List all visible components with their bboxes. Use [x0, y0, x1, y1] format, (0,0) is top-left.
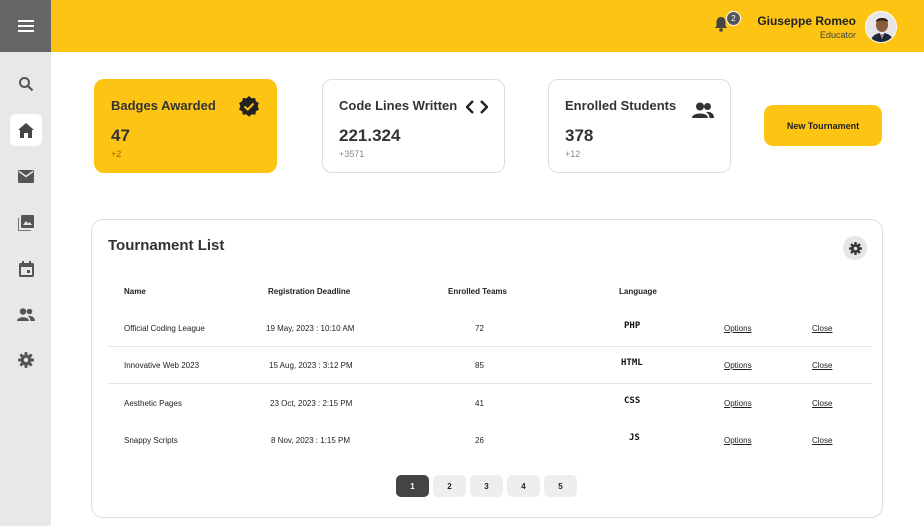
language-badge: CSS	[624, 396, 641, 406]
notification-count-badge: 2	[726, 11, 741, 26]
card-value: 378	[565, 126, 594, 145]
registration-deadline: 8 Nov, 2023 : 1:15 PM	[271, 436, 351, 445]
stat-card-students: Enrolled Students 378 +12	[548, 79, 731, 173]
users-icon	[692, 102, 714, 123]
calendar-icon	[18, 261, 34, 277]
close-link[interactable]: Close	[812, 399, 832, 408]
users-icon	[17, 307, 35, 321]
user-role: Educator	[819, 30, 856, 40]
card-title: Code Lines Written	[339, 98, 458, 113]
card-title: Badges Awarded	[111, 98, 216, 113]
tournament-name: Snappy Scripts	[124, 436, 178, 445]
close-link[interactable]: Close	[812, 324, 832, 333]
column-header-language: Language	[619, 287, 657, 296]
sidebar-item-mail[interactable]	[10, 160, 42, 192]
sidebar-item-users[interactable]	[10, 298, 42, 330]
registration-deadline: 15 Aug, 2023 : 3:12 PM	[269, 361, 353, 370]
gallery-icon	[18, 215, 34, 231]
sidebar-item-gallery[interactable]	[10, 207, 42, 239]
language-badge: PHP	[624, 321, 641, 331]
gear-icon	[18, 352, 34, 368]
panel-title: Tournament List	[108, 237, 225, 254]
options-link[interactable]: Options	[724, 399, 752, 408]
hamburger-icon	[17, 20, 34, 32]
card-value: 221.324	[339, 126, 401, 145]
options-link[interactable]: Options	[724, 436, 752, 445]
sidebar-item-settings[interactable]	[10, 344, 42, 376]
stat-card-code-lines: Code Lines Written 221.324 +3571	[322, 79, 505, 173]
close-link[interactable]: Close	[812, 361, 832, 370]
page-button-2[interactable]: 2	[433, 475, 466, 497]
page-button-3[interactable]: 3	[470, 475, 503, 497]
avatar[interactable]	[865, 11, 897, 43]
page-button-1[interactable]: 1	[396, 475, 429, 497]
options-link[interactable]: Options	[724, 324, 752, 333]
table-row: Innovative Web 2023 15 Aug, 2023 : 3:12 …	[108, 347, 872, 384]
card-delta: +12	[565, 149, 581, 159]
registration-deadline: 19 May, 2023 : 10:10 AM	[266, 324, 355, 333]
card-value: 47	[111, 126, 130, 145]
home-icon	[18, 122, 34, 138]
panel-settings-button[interactable]	[843, 236, 867, 260]
verified-badge-icon	[238, 96, 260, 123]
registration-deadline: 23 Oct, 2023 : 2:15 PM	[270, 399, 353, 408]
menu-button[interactable]	[0, 0, 51, 52]
tournament-name: Official Coding League	[124, 324, 205, 333]
user-name: Giuseppe Romeo	[757, 14, 856, 28]
stat-card-badges: Badges Awarded 47 +2	[94, 79, 277, 173]
page-button-5[interactable]: 5	[544, 475, 577, 497]
close-link[interactable]: Close	[812, 436, 832, 445]
page-button-4[interactable]: 4	[507, 475, 540, 497]
column-header-teams: Enrolled Teams	[448, 287, 507, 296]
enrolled-teams: 85	[475, 361, 484, 370]
sidebar-item-search[interactable]	[10, 68, 42, 100]
card-delta: +3571	[339, 149, 365, 159]
sidebar-item-home[interactable]	[10, 114, 42, 146]
tournament-name: Aesthetic Pages	[124, 399, 182, 408]
sidebar	[0, 52, 51, 526]
enrolled-teams: 41	[475, 399, 484, 408]
language-badge: HTML	[621, 358, 643, 368]
card-title: Enrolled Students	[565, 98, 677, 113]
gear-icon	[848, 241, 862, 255]
code-icon	[465, 100, 489, 119]
sidebar-item-calendar[interactable]	[10, 253, 42, 285]
enrolled-teams: 26	[475, 436, 484, 445]
table-row: Snappy Scripts 8 Nov, 2023 : 1:15 PM 26 …	[108, 422, 872, 459]
search-icon	[19, 77, 34, 92]
column-header-name: Name	[124, 287, 146, 296]
mail-icon	[18, 169, 34, 183]
tournament-name: Innovative Web 2023	[124, 361, 200, 370]
tournament-panel: Tournament List Name Registration Deadli…	[91, 219, 883, 518]
column-header-deadline: Registration Deadline	[268, 287, 351, 296]
options-link[interactable]: Options	[724, 361, 752, 370]
card-delta: +2	[111, 149, 122, 159]
enrolled-teams: 72	[475, 324, 484, 333]
language-badge: JS	[629, 433, 640, 443]
table-row: Aesthetic Pages 23 Oct, 2023 : 2:15 PM 4…	[108, 385, 872, 422]
new-tournament-button[interactable]: New Tournament	[764, 105, 882, 146]
table-row: Official Coding League 19 May, 2023 : 10…	[108, 310, 872, 347]
